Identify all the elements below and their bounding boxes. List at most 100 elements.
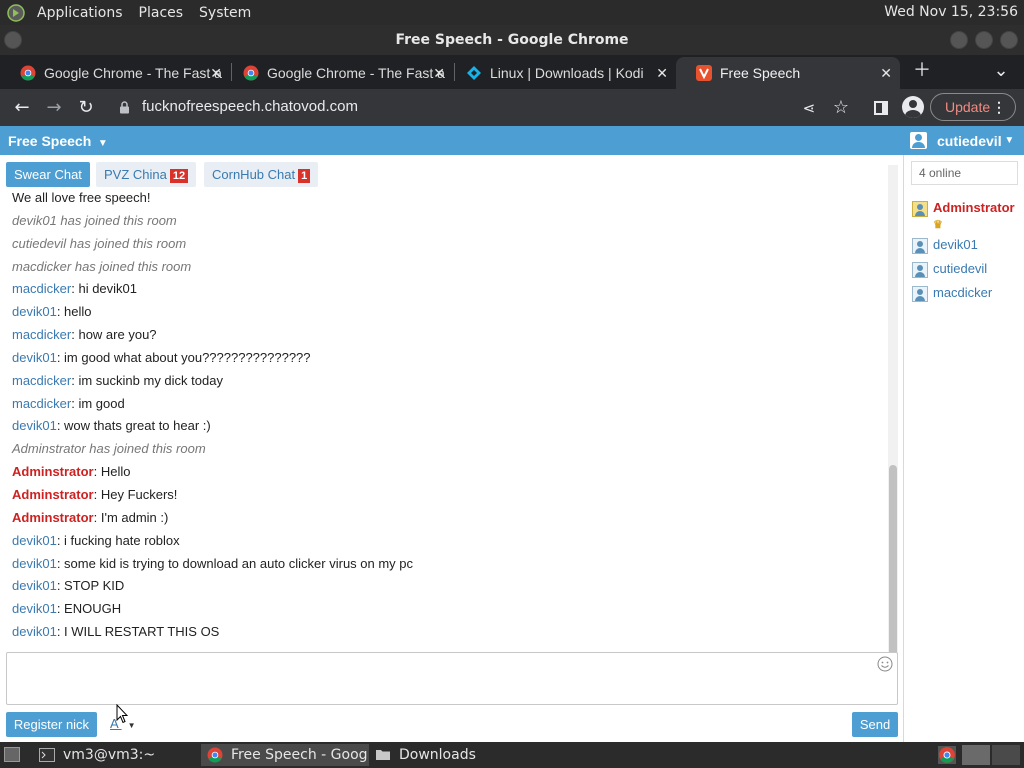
menu-applications[interactable]: Applications	[37, 5, 123, 21]
lock-icon[interactable]	[119, 101, 130, 114]
message: Adminstrator: I'm admin :)	[12, 510, 882, 533]
taskbar-item-label: vm3@vm3:~	[63, 747, 156, 763]
message-scrollbar[interactable]	[888, 165, 898, 675]
message-text: : ENOUGH	[56, 601, 122, 617]
tab-chrome-1[interactable]: Google Chrome - The Fast a ✕	[0, 57, 230, 89]
tab-strip: Google Chrome - The Fast a ✕ Google Chro…	[0, 55, 1024, 89]
room-tab-label: Swear Chat	[14, 167, 82, 182]
chrome-tray-icon[interactable]	[938, 746, 956, 764]
message-nick[interactable]: devik01	[12, 533, 57, 548]
message-input[interactable]	[6, 652, 898, 705]
taskbar-item-label: Downloads	[399, 747, 476, 763]
update-button[interactable]: Update ⋮	[930, 93, 1016, 121]
user-name: devik01	[933, 237, 978, 252]
scrollbar-thumb[interactable]	[889, 465, 897, 673]
tab-search-icon[interactable]: ⌄	[989, 59, 1013, 83]
message: We all love free speech!	[12, 190, 882, 213]
register-nick-button[interactable]: Register nick	[6, 712, 97, 737]
chatovod-icon	[696, 65, 712, 81]
chat-page: Free Speech ▼ cutiedevil ▼ Swear Chat PV…	[0, 126, 1024, 742]
system-message: devik01 has joined this room	[12, 213, 882, 236]
window-menu-button[interactable]	[4, 31, 22, 49]
new-tab-icon[interactable]: ＋	[910, 59, 934, 83]
side-panel-icon[interactable]	[874, 101, 888, 115]
message: devik01: I WILL RESTART THIS OS	[12, 624, 882, 647]
chevron-down-icon: ▼	[95, 138, 108, 149]
message-text: : I WILL RESTART THIS OS	[56, 624, 220, 640]
terminal-icon	[39, 748, 55, 762]
message-nick[interactable]: Adminstrator	[12, 464, 94, 479]
room-tab-swear-chat[interactable]: Swear Chat	[6, 162, 90, 187]
taskbar-item-downloads[interactable]: Downloads	[369, 744, 537, 766]
user-list-item-macdicker[interactable]: macdicker	[912, 285, 992, 302]
more-menu-icon[interactable]: ⋮	[992, 94, 1006, 120]
close-tab-icon[interactable]: ✕	[433, 65, 445, 82]
message-nick[interactable]: devik01	[12, 350, 57, 365]
message-nick[interactable]: macdicker	[12, 373, 71, 388]
window-titlebar[interactable]: Free Speech - Google Chrome	[0, 25, 1024, 55]
message-nick[interactable]: devik01	[12, 601, 57, 616]
back-icon[interactable]: ←	[10, 96, 34, 120]
close-tab-icon[interactable]: ✕	[656, 65, 668, 82]
message-nick[interactable]: devik01	[12, 304, 57, 319]
user-list-item-adminstrator[interactable]: Adminstrator ♛	[912, 200, 1017, 233]
tab-label: Free Speech	[720, 65, 801, 81]
user-menu-button[interactable]: cutiedevil ▼	[910, 132, 1014, 149]
system-top-bar: Applications Places System Wed Nov 15, 2…	[0, 0, 1024, 25]
reload-icon[interactable]: ↻	[74, 96, 98, 120]
room-tab-pvz-china[interactable]: PVZ China 12	[96, 162, 197, 187]
users-sidebar: 4 online Adminstrator ♛ devik01 cutiedev…	[903, 155, 1024, 742]
url-text[interactable]: fucknofreespeech.chatovod.com	[142, 98, 358, 115]
online-count: 4 online	[911, 161, 1018, 185]
close-window-button[interactable]	[1000, 31, 1018, 49]
message-nick[interactable]: devik01	[12, 624, 57, 639]
workspace-1[interactable]	[962, 745, 990, 765]
profile-avatar-icon[interactable]	[902, 96, 924, 118]
message: Adminstrator: Hello	[12, 464, 882, 487]
message: devik01: im good what about you?????????…	[12, 350, 882, 373]
smiley-icon[interactable]	[877, 656, 893, 672]
room-title-dropdown[interactable]: Free Speech ▼	[8, 133, 108, 149]
mint-logo-icon[interactable]	[5, 2, 27, 24]
message-nick[interactable]: devik01	[12, 556, 57, 571]
folder-icon	[376, 750, 390, 760]
message-text: : wow thats great to hear :)	[56, 418, 211, 434]
clock[interactable]: Wed Nov 15, 23:56	[884, 4, 1018, 20]
minimize-button[interactable]	[950, 31, 968, 49]
send-button[interactable]: Send	[852, 712, 898, 737]
user-list-item-devik01[interactable]: devik01	[912, 237, 978, 254]
share-icon[interactable]: ⋖	[797, 96, 821, 120]
message-text: devik01 has joined this room	[12, 212, 177, 228]
user-icon	[912, 238, 928, 254]
menu-places[interactable]: Places	[139, 5, 184, 21]
user-name: macdicker	[933, 285, 993, 300]
tab-kodi[interactable]: Linux | Downloads | Kodi ✕	[446, 57, 676, 89]
message-nick[interactable]: macdicker	[12, 396, 71, 411]
menu-system[interactable]: System	[199, 5, 251, 21]
chrome-icon	[20, 65, 36, 81]
message-nick[interactable]: devik01	[12, 578, 57, 593]
message-nick[interactable]: Adminstrator	[12, 487, 94, 502]
show-desktop-icon[interactable]	[4, 747, 20, 762]
forward-icon[interactable]: →	[42, 96, 66, 120]
taskbar-item-terminal[interactable]: vm3@vm3:~	[33, 744, 201, 766]
taskbar-item-chrome[interactable]: Free Speech - Goog...	[201, 744, 369, 766]
user-list-item-cutiedevil[interactable]: cutiedevil	[912, 261, 987, 278]
message-nick[interactable]: Adminstrator	[12, 510, 94, 525]
workspace-switcher[interactable]	[962, 745, 1020, 765]
system-message: cutiedevil has joined this room	[12, 236, 882, 259]
system-message: Adminstrator has joined this room	[12, 441, 882, 464]
tab-label: Linux | Downloads | Kodi	[490, 65, 644, 81]
tab-chrome-2[interactable]: Google Chrome - The Fast a ✕	[223, 57, 453, 89]
message-text: : Hello	[93, 464, 131, 480]
message-nick[interactable]: macdicker	[12, 327, 71, 342]
workspace-2[interactable]	[992, 745, 1020, 765]
maximize-button[interactable]	[975, 31, 993, 49]
message-nick[interactable]: devik01	[12, 418, 57, 433]
close-tab-icon[interactable]: ✕	[210, 65, 222, 82]
room-tab-cornhub-chat[interactable]: CornHub Chat 1	[204, 162, 319, 187]
bookmark-star-icon[interactable]: ☆	[829, 96, 853, 120]
close-tab-icon[interactable]: ✕	[880, 65, 892, 82]
tab-free-speech[interactable]: Free Speech ✕	[676, 57, 900, 89]
message-nick[interactable]: macdicker	[12, 281, 71, 296]
